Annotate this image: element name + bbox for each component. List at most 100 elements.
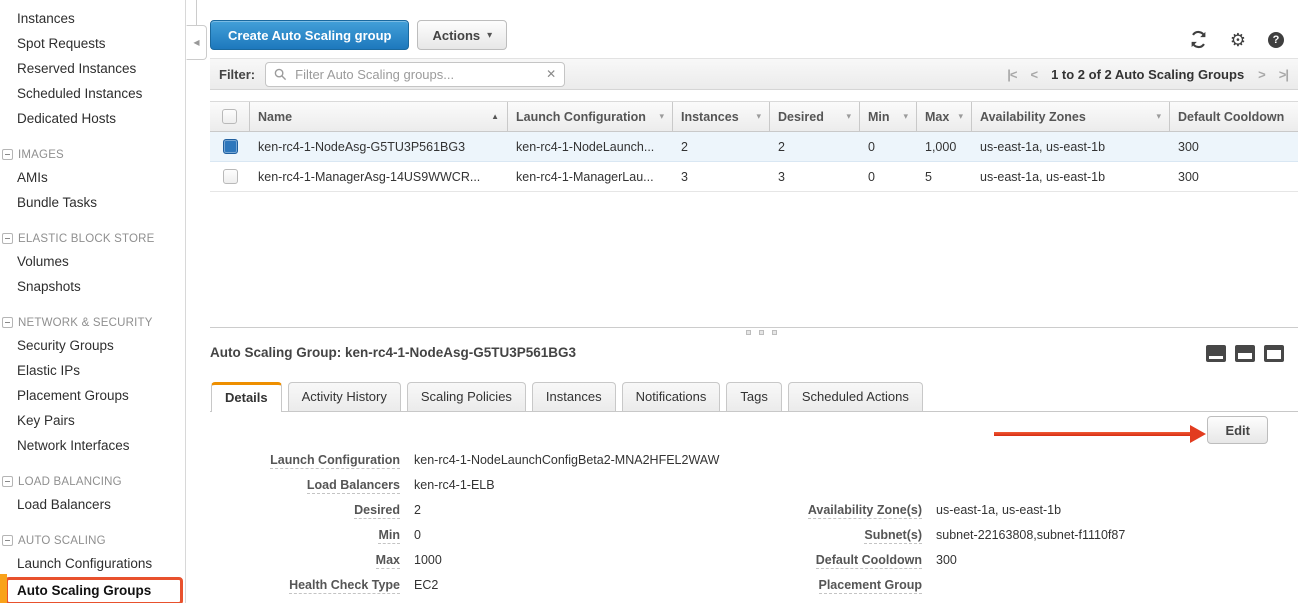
drag-handle-icon[interactable] — [746, 330, 777, 335]
sidebar-item-dedicated-hosts[interactable]: Dedicated Hosts — [0, 106, 185, 131]
row-checkbox[interactable] — [223, 139, 238, 154]
cell-name: ken-rc4-1-ManagerAsg-14US9WWCR... — [250, 170, 508, 184]
detail-panel-title: Auto Scaling Group: ken-rc4-1-NodeAsg-G5… — [210, 345, 576, 360]
table-row[interactable]: ken-rc4-1-NodeAsg-G5TU3P561BG3 ken-rc4-1… — [210, 132, 1298, 162]
page-first-icon[interactable]: |< — [1007, 67, 1016, 82]
page-prev-icon[interactable]: < — [1030, 67, 1037, 82]
sidebar-item-reserved-instances[interactable]: Reserved Instances — [0, 56, 185, 81]
sidebar-item-launch-configurations[interactable]: Launch Configurations — [0, 551, 185, 576]
tab-scheduled-actions[interactable]: Scheduled Actions — [788, 382, 923, 411]
search-box[interactable]: ✕ — [265, 62, 565, 87]
collapse-minus-icon[interactable] — [2, 233, 13, 244]
page-last-icon[interactable]: >| — [1279, 67, 1288, 82]
active-item-marker — [0, 574, 7, 603]
cell-availability-zones: us-east-1a, us-east-1b — [972, 170, 1170, 184]
create-auto-scaling-group-button[interactable]: Create Auto Scaling group — [210, 20, 409, 50]
cell-desired: 2 — [770, 140, 860, 154]
cell-default-cooldown: 300 — [1170, 140, 1298, 154]
sidebar-item-key-pairs[interactable]: Key Pairs — [0, 408, 185, 433]
sidebar-item-scheduled-instances[interactable]: Scheduled Instances — [0, 81, 185, 106]
actions-button[interactable]: Actions ▾ — [417, 20, 507, 50]
actions-button-label: Actions — [432, 28, 480, 43]
toolbar-icons: ⚙ ? — [1189, 30, 1284, 49]
pane-size-small-icon[interactable] — [1206, 345, 1226, 362]
tab-notifications[interactable]: Notifications — [622, 382, 721, 411]
column-header-default-cooldown[interactable]: Default Cooldown — [1170, 102, 1298, 131]
column-header-desired[interactable]: Desired ▾ — [770, 102, 860, 131]
collapse-minus-icon[interactable] — [2, 476, 13, 487]
cell-name: ken-rc4-1-NodeAsg-G5TU3P561BG3 — [250, 140, 508, 154]
column-dropdown-icon: ▾ — [903, 111, 908, 122]
column-dropdown-icon: ▾ — [958, 111, 963, 122]
sidebar-item-instances[interactable]: Instances — [0, 6, 185, 31]
sidebar-item-volumes[interactable]: Volumes — [0, 249, 185, 274]
gear-icon[interactable]: ⚙ — [1230, 31, 1246, 49]
asg-table: Name ▲ Launch Configuration ▾ Instances … — [210, 101, 1298, 192]
help-icon[interactable]: ? — [1268, 32, 1284, 48]
field-launch-configuration: Launch Configuration ken-rc4-1-NodeLaunc… — [210, 447, 719, 472]
cell-desired: 3 — [770, 170, 860, 184]
edit-button[interactable]: Edit — [1207, 416, 1268, 444]
detail-panel: Auto Scaling Group: ken-rc4-1-NodeAsg-G5… — [210, 337, 1298, 603]
page-next-icon[interactable]: > — [1258, 67, 1265, 82]
sidebar-section-network-security: NETWORK & SECURITY — [0, 312, 185, 333]
split-pane-divider[interactable] — [210, 327, 1298, 337]
column-header-launch-configuration[interactable]: Launch Configuration ▾ — [508, 102, 673, 131]
cell-max: 1,000 — [917, 140, 972, 154]
tab-details[interactable]: Details — [211, 382, 282, 412]
pane-layout-controls — [1206, 345, 1284, 362]
row-checkbox[interactable] — [223, 169, 238, 184]
sort-ascending-icon: ▲ — [491, 112, 499, 121]
field-max: Max 1000 — [210, 547, 719, 572]
select-all-checkbox[interactable] — [222, 109, 237, 124]
field-load-balancers: Load Balancers ken-rc4-1-ELB — [210, 472, 719, 497]
column-dropdown-icon: ▾ — [756, 111, 761, 122]
sidebar-item-elastic-ips[interactable]: Elastic IPs — [0, 358, 185, 383]
collapse-minus-icon[interactable] — [2, 317, 13, 328]
sidebar-item-security-groups[interactable]: Security Groups — [0, 333, 185, 358]
details-fields: Launch Configuration ken-rc4-1-NodeLaunc… — [210, 447, 1298, 603]
ec2-console-page: Instances Spot Requests Reserved Instanc… — [0, 0, 1298, 603]
column-header-instances[interactable]: Instances ▾ — [673, 102, 770, 131]
filter-bar: Filter: ✕ |< < 1 to 2 of 2 Auto Scaling … — [210, 58, 1298, 90]
column-header-availability-zones[interactable]: Availability Zones ▾ — [972, 102, 1170, 131]
annotation-arrow — [994, 427, 1206, 447]
sidebar-item-amis[interactable]: AMIs — [0, 165, 185, 190]
tab-tags[interactable]: Tags — [726, 382, 781, 411]
sidebar-item-load-balancers[interactable]: Load Balancers — [0, 492, 185, 517]
search-icon — [274, 68, 287, 81]
clear-filter-icon[interactable]: ✕ — [546, 67, 556, 81]
refresh-icon[interactable] — [1189, 30, 1208, 49]
section-header-label: NETWORK & SECURITY — [18, 317, 153, 329]
cell-min: 0 — [860, 140, 917, 154]
cell-instances: 2 — [673, 140, 770, 154]
section-header-label: ELASTIC BLOCK STORE — [18, 233, 155, 245]
active-item-label: Auto Scaling Groups — [17, 583, 151, 598]
field-default-cooldown: Default Cooldown 300 — [770, 547, 1125, 572]
chevron-down-icon: ▾ — [487, 30, 492, 41]
tab-activity-history[interactable]: Activity History — [288, 382, 401, 411]
filter-label: Filter: — [219, 67, 255, 82]
pagination-status: 1 to 2 of 2 Auto Scaling Groups — [1051, 67, 1244, 82]
detail-tabs: Details Activity History Scaling Policie… — [210, 382, 1298, 412]
table-row[interactable]: ken-rc4-1-ManagerAsg-14US9WWCR... ken-rc… — [210, 162, 1298, 192]
tab-scaling-policies[interactable]: Scaling Policies — [407, 382, 526, 411]
sidebar-item-spot-requests[interactable]: Spot Requests — [0, 31, 185, 56]
column-dropdown-icon: ▾ — [659, 111, 664, 122]
column-header-name[interactable]: Name ▲ — [250, 102, 508, 131]
section-header-label: IMAGES — [18, 149, 64, 161]
collapse-minus-icon[interactable] — [2, 535, 13, 546]
column-header-min[interactable]: Min ▾ — [860, 102, 917, 131]
sidebar-item-snapshots[interactable]: Snapshots — [0, 274, 185, 299]
sidebar-item-network-interfaces[interactable]: Network Interfaces — [0, 433, 185, 458]
sidebar-item-bundle-tasks[interactable]: Bundle Tasks — [0, 190, 185, 215]
collapse-minus-icon[interactable] — [2, 149, 13, 160]
sidebar-item-placement-groups[interactable]: Placement Groups — [0, 383, 185, 408]
tab-instances[interactable]: Instances — [532, 382, 616, 411]
sidebar-item-auto-scaling-groups[interactable]: Auto Scaling Groups — [5, 577, 183, 603]
pane-size-large-icon[interactable] — [1264, 345, 1284, 362]
column-header-max[interactable]: Max ▾ — [917, 102, 972, 131]
cell-launch-configuration: ken-rc4-1-ManagerLau... — [508, 170, 673, 184]
filter-input[interactable] — [293, 66, 540, 83]
pane-size-medium-icon[interactable] — [1235, 345, 1255, 362]
